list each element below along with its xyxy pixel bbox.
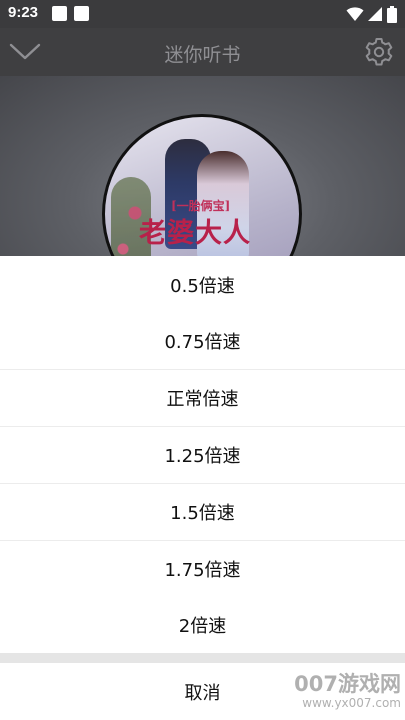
watermark-line1: 007游戏网 <box>294 672 401 696</box>
app-bar: 迷你听书 <box>0 28 405 76</box>
page-title: 迷你听书 <box>164 44 241 66</box>
player-background: [一胎俩宝] 老婆大人 <box>0 76 405 314</box>
speed-option-1-25[interactable]: 1.25倍速 <box>0 427 405 483</box>
sheet-separator <box>0 653 405 663</box>
cover-title-text: 老婆大人 <box>139 218 251 249</box>
battery-icon <box>387 5 397 23</box>
status-bar: 9:23 <box>0 0 405 28</box>
wifi-icon <box>346 7 364 21</box>
settings-button[interactable] <box>361 34 397 70</box>
gear-icon <box>365 38 393 66</box>
speed-option-0-5[interactable]: 0.5倍速 <box>0 257 405 313</box>
status-time: 9:23 <box>8 4 39 21</box>
speed-option-1-75[interactable]: 1.75倍速 <box>0 541 405 597</box>
watermark: 007游戏网 www.yx007.com <box>294 668 401 710</box>
speed-option-1-5[interactable]: 1.5倍速 <box>0 484 405 540</box>
watermark-line2: www.yx007.com <box>302 696 401 710</box>
status-right-icons <box>346 5 397 23</box>
notification-square-icon <box>52 6 67 21</box>
speed-option-0-75[interactable]: 0.75倍速 <box>0 313 405 369</box>
signal-icon <box>368 7 382 21</box>
speed-option-2[interactable]: 2倍速 <box>0 597 405 653</box>
notification-square-icon <box>74 6 89 21</box>
speed-option-normal[interactable]: 正常倍速 <box>0 370 405 426</box>
